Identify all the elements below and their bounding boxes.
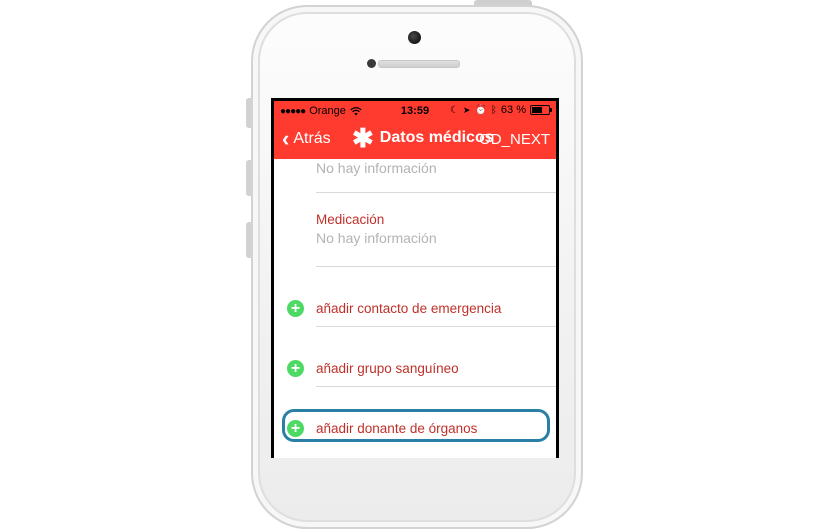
add-icon: + <box>287 359 304 377</box>
navigation-bar: ‹ Atrás ✱ Datos médicos OD_NEXT <box>274 121 556 159</box>
divider <box>316 386 556 387</box>
location-icon: ➤ <box>462 104 471 115</box>
medication-field[interactable]: Medicación No hay información <box>316 212 556 246</box>
field-value: No hay información <box>316 160 437 176</box>
front-camera <box>408 31 421 44</box>
status-bar: ●●●●● Orange 13:59 ☾ ➤ ⏰ ᛒ 63 % <box>274 101 556 121</box>
add-blood-type-row[interactable]: + añadir grupo sanguíneo <box>274 354 556 382</box>
previous-field[interactable]: No hay información <box>316 157 556 176</box>
page-title: ✱ Datos médicos <box>352 123 494 153</box>
page-title-text: Datos médicos <box>379 129 494 146</box>
field-value: No hay información <box>316 230 437 246</box>
moon-icon: ☾ <box>449 104 459 116</box>
field-label: Medicación <box>316 212 385 227</box>
proximity-sensor <box>367 59 376 68</box>
add-blood-type-label: añadir grupo sanguíneo <box>316 360 459 376</box>
divider <box>316 326 556 327</box>
bluetooth-icon: ᛒ <box>490 104 497 116</box>
medical-asterisk-icon: ✱ <box>352 123 374 153</box>
battery-percent: 63 % <box>500 104 526 116</box>
add-emergency-contact-label: añadir contacto de emergencia <box>316 300 502 316</box>
alarm-icon: ⏰ <box>474 104 487 116</box>
app-screen: ●●●●● Orange 13:59 ☾ ➤ ⏰ ᛒ 63 % ‹ Atrás … <box>274 101 556 458</box>
phone-screen: ●●●●● Orange 13:59 ☾ ➤ ⏰ ᛒ 63 % ‹ Atrás … <box>271 98 559 458</box>
earpiece-speaker <box>378 60 460 68</box>
battery-icon <box>530 105 552 115</box>
divider <box>316 266 556 267</box>
back-button[interactable]: ‹ Atrás <box>282 126 331 151</box>
highlight-outline <box>282 409 550 442</box>
chevron-left-icon: ‹ <box>282 126 290 151</box>
add-icon: + <box>287 299 304 317</box>
add-emergency-contact-row[interactable]: + añadir contacto de emergencia <box>274 294 556 322</box>
divider <box>316 192 556 193</box>
next-button[interactable]: OD_NEXT <box>479 131 550 148</box>
back-label: Atrás <box>293 130 331 147</box>
